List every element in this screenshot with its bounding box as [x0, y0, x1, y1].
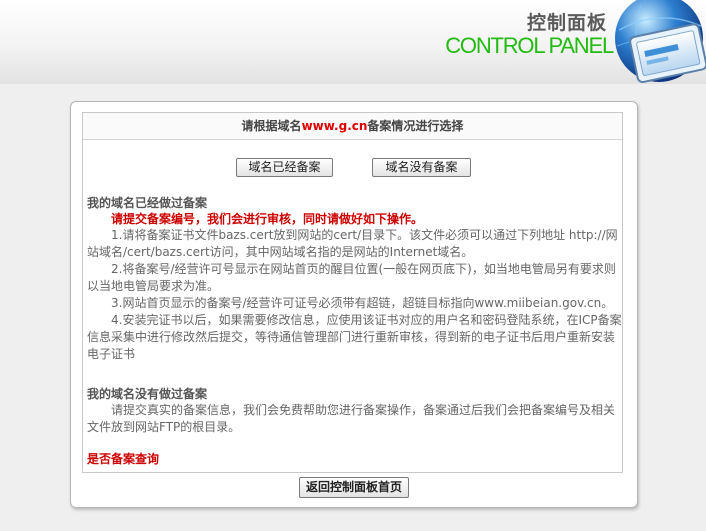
- header-bar: 控制面板 CONTROL PANEL: [0, 0, 706, 84]
- unregistered-section-title: 我的域名没有做过备案: [87, 387, 208, 401]
- globe-monitor-icon: [615, 0, 706, 84]
- back-to-control-panel-button[interactable]: 返回控制面板首页: [299, 477, 409, 498]
- unregistered-text: 请提交真实的备案信息，我们会免费帮助您进行备案操作，备案通过后我们会把备案编号及…: [87, 403, 616, 434]
- registered-notice: 请提交备案编号，我们会进行审核，同时请做好如下操作。: [111, 212, 424, 226]
- panel-title: 请根据域名www.g.cn备案情况进行选择: [83, 113, 622, 140]
- step-1: 1.请将备案证书文件bazs.cert放到网站的cert/目录下。该文件必须可以…: [87, 228, 618, 259]
- record-query-link[interactable]: 是否备案查询: [87, 451, 159, 468]
- title-suffix: 备案情况进行选择: [367, 119, 464, 133]
- step-2: 2.将备案号/经营许可号显示在网站首页的醒目位置(一般在网页底下)，如当地电管局…: [87, 262, 616, 293]
- main-panel: 请根据域名www.g.cn备案情况进行选择 域名已经备案 域名没有备案 我的域名…: [70, 101, 638, 508]
- domain-unregistered-button[interactable]: 域名没有备案: [372, 158, 471, 177]
- header-title-zh: 控制面板: [526, 12, 607, 34]
- title-prefix: 请根据域名: [241, 119, 302, 133]
- domain-name: www.g.cn: [301, 119, 368, 133]
- header-title-en: CONTROL PANEL: [445, 33, 614, 58]
- step-4: 4.安装完证书以后，如果需要修改信息，应使用该证书对应的用户名和密码登陆系统，在…: [87, 313, 622, 361]
- domain-registered-button[interactable]: 域名已经备案: [236, 158, 333, 177]
- content-frame: 请根据域名www.g.cn备案情况进行选择 域名已经备案 域名没有备案 我的域名…: [82, 112, 623, 473]
- step-3: 3.网站首页显示的备案号/经营许可证号必须带有超链，超链目标指向www.miib…: [111, 296, 614, 310]
- registered-section-title: 我的域名已经做过备案: [87, 196, 208, 210]
- instructions: 我的域名已经做过备案 请提交备案编号，我们会进行审核，同时请做好如下操作。 1.…: [87, 193, 622, 468]
